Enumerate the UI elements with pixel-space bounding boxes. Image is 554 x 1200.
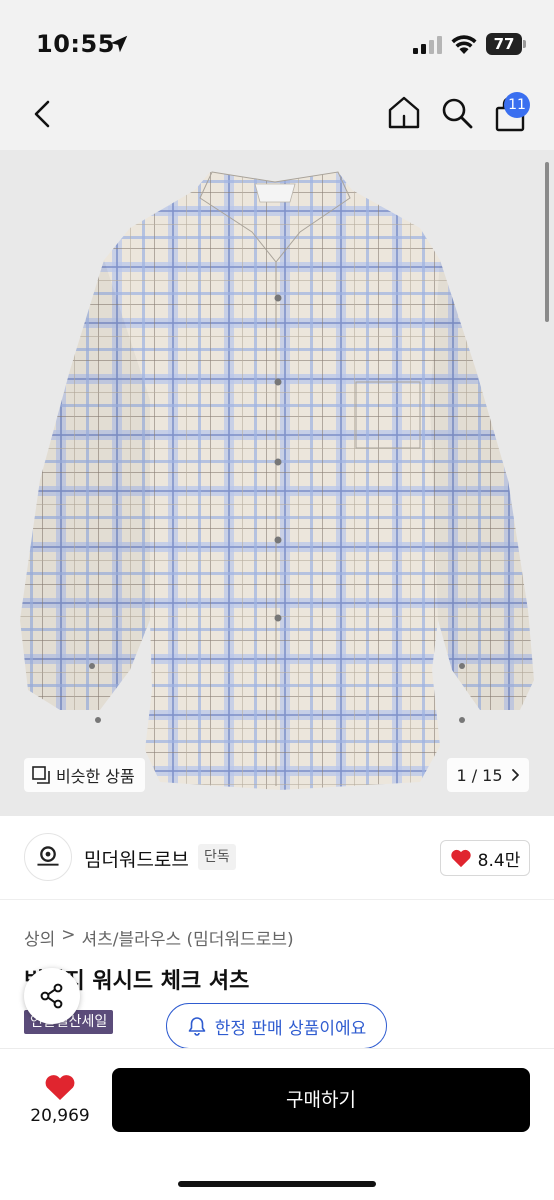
similar-products-button[interactable]: 비슷한 상품 bbox=[24, 758, 145, 792]
share-icon bbox=[40, 983, 63, 1009]
wish-count: 20,969 bbox=[30, 1106, 90, 1126]
shop-like-count: 8.4만 bbox=[477, 850, 521, 871]
status-time: 10:55 bbox=[36, 30, 115, 58]
breadcrumb-category[interactable]: 상의 bbox=[24, 925, 55, 950]
breadcrumb: 상의 > 셔츠/블라우스 (밈더워드로브) bbox=[24, 925, 294, 950]
limited-sale-label: 한정 판매 상품이에요 bbox=[214, 1018, 367, 1039]
shop-row[interactable]: 밈더워드로브 단독 8.4만 bbox=[0, 816, 554, 900]
breadcrumb-separator: > bbox=[61, 925, 76, 945]
battery-icon: 77 bbox=[486, 33, 526, 55]
product-image-gallery[interactable]: 비슷한 상품 1 / 15 bbox=[0, 150, 554, 816]
home-icon[interactable] bbox=[386, 94, 422, 130]
battery-level: 77 bbox=[493, 35, 515, 53]
cart-count-badge: 11 bbox=[504, 92, 530, 118]
share-button[interactable] bbox=[24, 968, 80, 1024]
shop-like-button[interactable]: 8.4만 bbox=[440, 840, 530, 876]
bell-icon bbox=[188, 1017, 206, 1036]
status-bar: 10:55 77 bbox=[0, 0, 554, 80]
bottom-action-bar: 20,969 구매하기 bbox=[0, 1048, 554, 1200]
nav-bar: 11 bbox=[0, 80, 554, 150]
search-icon[interactable] bbox=[440, 96, 474, 130]
wifi-icon bbox=[451, 35, 477, 54]
similar-products-icon bbox=[32, 766, 50, 784]
shop-logo[interactable] bbox=[24, 833, 72, 881]
page-counter-text: 1 / 15 bbox=[456, 765, 503, 785]
product-photo bbox=[0, 150, 554, 816]
buy-button[interactable]: 구매하기 bbox=[112, 1068, 530, 1132]
exclusive-tag: 단독 bbox=[198, 844, 236, 870]
gallery-page-counter[interactable]: 1 / 15 bbox=[447, 758, 529, 792]
heart-icon[interactable] bbox=[44, 1073, 76, 1101]
location-arrow-icon bbox=[110, 35, 128, 53]
chevron-right-icon bbox=[511, 769, 519, 781]
similar-products-label: 비슷한 상품 bbox=[56, 767, 135, 786]
scroll-indicator[interactable] bbox=[545, 162, 549, 322]
signal-icon bbox=[413, 36, 442, 54]
back-chevron-icon[interactable] bbox=[28, 98, 56, 130]
shop-name[interactable]: 밈더워드로브 bbox=[84, 845, 189, 872]
limited-sale-notice[interactable]: 한정 판매 상품이에요 bbox=[166, 1003, 387, 1049]
breadcrumb-subcategory[interactable]: 셔츠/블라우스 (밈더워드로브) bbox=[82, 925, 294, 950]
heart-icon bbox=[450, 849, 471, 868]
battery-nub bbox=[523, 40, 526, 48]
home-indicator[interactable] bbox=[178, 1181, 376, 1187]
